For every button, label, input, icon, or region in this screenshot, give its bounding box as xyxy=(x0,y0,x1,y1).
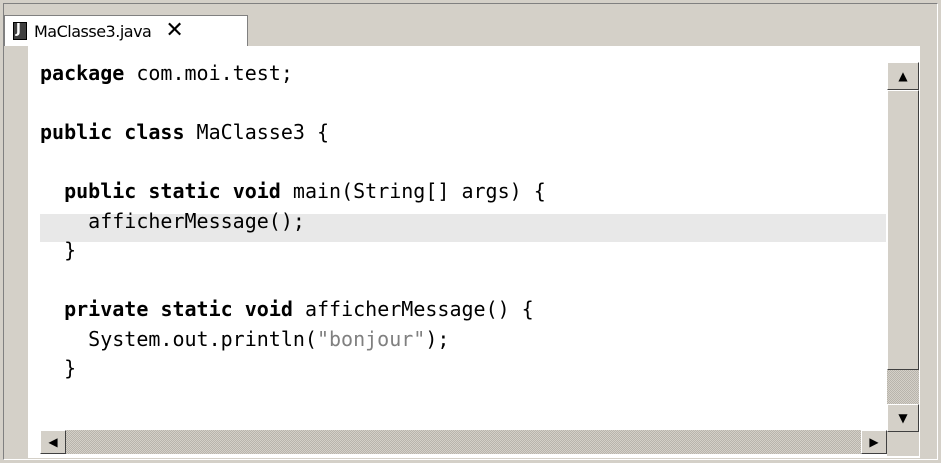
code-keyword: void xyxy=(244,297,293,321)
editor-gutter xyxy=(4,46,28,458)
arrow-right-icon: ▶ xyxy=(869,435,879,449)
code-line[interactable]: public class MaClasse3 { xyxy=(40,118,546,148)
code-keyword: class xyxy=(124,120,185,144)
code-token: afficherMessage() { xyxy=(292,297,534,321)
code-keyword: static xyxy=(160,297,233,321)
tab-maclasse3-java[interactable]: MaClasse3.java ✕ xyxy=(4,15,248,46)
code-token: afficherMessage(); xyxy=(40,208,305,233)
code-line[interactable]: public static void main(String[] args) { xyxy=(40,177,546,207)
code-token: } xyxy=(40,238,77,262)
arrow-left-icon: ◀ xyxy=(48,435,58,449)
code-token: ); xyxy=(425,326,450,351)
arrow-up-icon: ▲ xyxy=(898,69,908,83)
horizontal-scrollbar[interactable]: ◀ ▶ xyxy=(40,430,887,454)
vertical-scrollbar[interactable]: ▲ ▼ xyxy=(887,62,919,432)
code-keyword: private xyxy=(64,297,149,321)
java-file-icon xyxy=(13,22,27,40)
code-line[interactable]: package com.moi.test; xyxy=(40,59,546,89)
code-keyword: void xyxy=(232,179,281,203)
arrow-down-icon: ▼ xyxy=(898,411,908,425)
tab-title: MaClasse3.java xyxy=(34,21,152,41)
code-string: "bonjour" xyxy=(316,326,426,351)
vertical-scroll-thumb[interactable] xyxy=(887,90,919,370)
code-keyword: package xyxy=(40,61,125,85)
scroll-up-button[interactable]: ▲ xyxy=(887,62,919,90)
code-keyword: public xyxy=(64,179,137,203)
code-line[interactable] xyxy=(40,89,546,119)
code-token: main(String[] args) { xyxy=(280,179,546,203)
code-line[interactable] xyxy=(40,148,546,178)
scrollbar-corner xyxy=(887,432,919,456)
code-text[interactable]: package com.moi.test; public class MaCla… xyxy=(40,59,546,384)
close-icon[interactable]: ✕ xyxy=(165,20,183,42)
code-keyword: static xyxy=(148,179,221,203)
scroll-right-button[interactable]: ▶ xyxy=(861,430,887,454)
code-line[interactable]: } xyxy=(40,236,546,266)
code-token: MaClasse3 { xyxy=(184,120,330,144)
code-line[interactable] xyxy=(40,266,546,296)
code-line[interactable]: System.out.println("bonjour"); xyxy=(40,325,546,355)
code-line[interactable]: private static void afficherMessage() { xyxy=(40,295,546,325)
code-line[interactable]: afficherMessage(); xyxy=(40,207,546,237)
code-token: } xyxy=(40,356,77,380)
code-token: System.out.println( xyxy=(40,326,317,351)
code-line[interactable]: } xyxy=(40,354,546,384)
code-keyword: public xyxy=(40,120,113,144)
code-token: com.moi.test; xyxy=(124,61,293,85)
scroll-left-button[interactable]: ◀ xyxy=(40,430,66,454)
scroll-down-button[interactable]: ▼ xyxy=(887,404,919,432)
